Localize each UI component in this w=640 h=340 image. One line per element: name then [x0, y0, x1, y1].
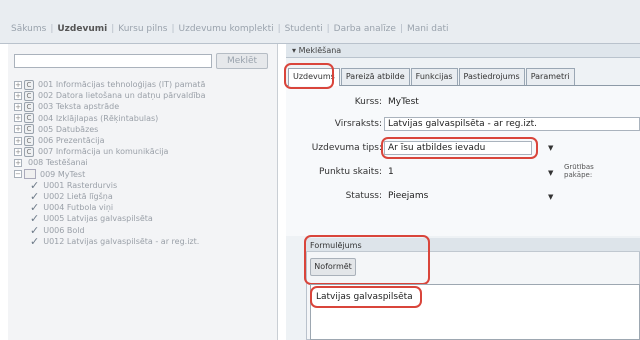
- tree-item-label: 009 MyTest: [40, 169, 86, 179]
- punkti-value[interactable]: 1: [388, 167, 394, 177]
- tree-item-label: 007 Informācija un komunikācija: [38, 147, 169, 157]
- expand-icon[interactable]: +: [14, 80, 22, 89]
- tree-item-label: U001 Rasterdurvis: [43, 180, 118, 190]
- expand-icon[interactable]: +: [14, 102, 22, 111]
- top-tab-5[interactable]: Darba analīze: [331, 24, 399, 34]
- statuss-dropdown-icon[interactable]: ▼: [548, 193, 553, 201]
- tree-item-label: 002 Datora lietošana un datņu pārvaldība: [38, 91, 206, 101]
- expand-icon[interactable]: +: [14, 136, 22, 145]
- tree-item-label: U002 Lietā līgšņa: [43, 192, 113, 201]
- tab-1[interactable]: Pareizā atbilde: [340, 68, 410, 85]
- statuss-label: Statuss:: [345, 191, 382, 201]
- tips-label: Uzdevuma tips:: [311, 143, 382, 153]
- kurss-value: MyTest: [388, 97, 419, 107]
- top-tabs: Sākums | Uzdevumi | Kursu pilns | Uzdevumu kom…: [8, 22, 452, 36]
- top-tab-6[interactable]: Mani dati: [404, 24, 452, 34]
- collapse-icon[interactable]: −: [14, 170, 22, 179]
- punkti-label: Punktu skaits:: [319, 167, 382, 177]
- tree-item-label: U004 Futbola viņi: [43, 203, 114, 213]
- top-tab-0[interactable]: Sākums: [8, 24, 49, 34]
- category-icon: C: [24, 79, 34, 90]
- section-title: ▾ Meklēšana: [292, 46, 341, 55]
- top-tab-2[interactable]: Kursu pilns: [115, 24, 170, 34]
- tree-item-label: 006 Prezentācija: [38, 136, 105, 145]
- virsraksts-label: Virsraksts:: [334, 119, 382, 129]
- top-tab-4[interactable]: Studenti: [282, 24, 326, 34]
- task-form: [286, 86, 640, 236]
- tree-item-label: 005 Datubāzes: [38, 124, 99, 134]
- tree-item-label: 008 Testēšanai: [28, 158, 88, 168]
- expand-icon[interactable]: +: [14, 147, 22, 156]
- virsraksts-input[interactable]: Latvijas galvaspilsēta - ar reg.izt.: [384, 117, 640, 131]
- tab-3[interactable]: Pastiedrojums: [458, 68, 525, 85]
- tips-dropdown-icon[interactable]: ▼: [548, 144, 553, 152]
- tab-2[interactable]: Funkcijas: [410, 68, 458, 85]
- section-title-text: Meklēšana: [298, 46, 342, 55]
- tree-item-label: 001 Informācijas tehnoloģijas (IT) pamat…: [38, 80, 206, 89]
- tree-item[interactable]: ✓ U012 Latvijas galvaspilsēta - ar reg.iz…: [30, 235, 199, 248]
- kurss-label: Kurss:: [354, 97, 382, 107]
- category-icon: C: [24, 90, 34, 101]
- punkti-note: Grūtības pakāpe:: [564, 163, 594, 179]
- active-tab-highlight: [284, 63, 334, 89]
- punkti-dropdown-icon[interactable]: ▼: [548, 169, 553, 177]
- tab-4[interactable]: Parametri: [525, 68, 575, 85]
- folder-icon: [24, 169, 36, 180]
- tree-item-label: U005 Latvijas galvaspilsēta: [43, 214, 153, 224]
- category-icon: C: [24, 101, 34, 112]
- formulejums-highlight: [304, 235, 430, 285]
- category-icon: C: [24, 124, 34, 135]
- search-button[interactable]: Meklēt: [216, 53, 268, 69]
- statuss-value[interactable]: Pieejams: [388, 191, 428, 201]
- category-icon: C: [24, 146, 34, 157]
- collapse-icon[interactable]: ▾: [292, 46, 296, 55]
- tree-item-label: 004 Izklājlapas (Rēķintabulas): [38, 113, 159, 123]
- tree-item-label: 003 Teksta apstrāde: [38, 102, 120, 112]
- tree-item-label: U006 Bold: [43, 225, 85, 235]
- tree-item-label: U012 Latvijas galvaspilsēta - ar reg.izt…: [43, 236, 200, 246]
- search-input[interactable]: [14, 54, 212, 68]
- category-icon: C: [24, 135, 34, 146]
- tips-highlight: [381, 137, 538, 159]
- formulejums-text-highlight: [310, 286, 422, 308]
- expand-icon[interactable]: +: [14, 125, 22, 134]
- task-check-icon: ✓: [30, 234, 40, 248]
- expand-icon[interactable]: +: [14, 158, 22, 167]
- top-tab-3[interactable]: Uzdevumu komplekti: [176, 24, 277, 34]
- expand-icon[interactable]: +: [14, 114, 22, 123]
- expand-icon[interactable]: +: [14, 91, 22, 100]
- top-tab-1[interactable]: Uzdevumi: [54, 24, 110, 34]
- category-icon: C: [24, 113, 34, 124]
